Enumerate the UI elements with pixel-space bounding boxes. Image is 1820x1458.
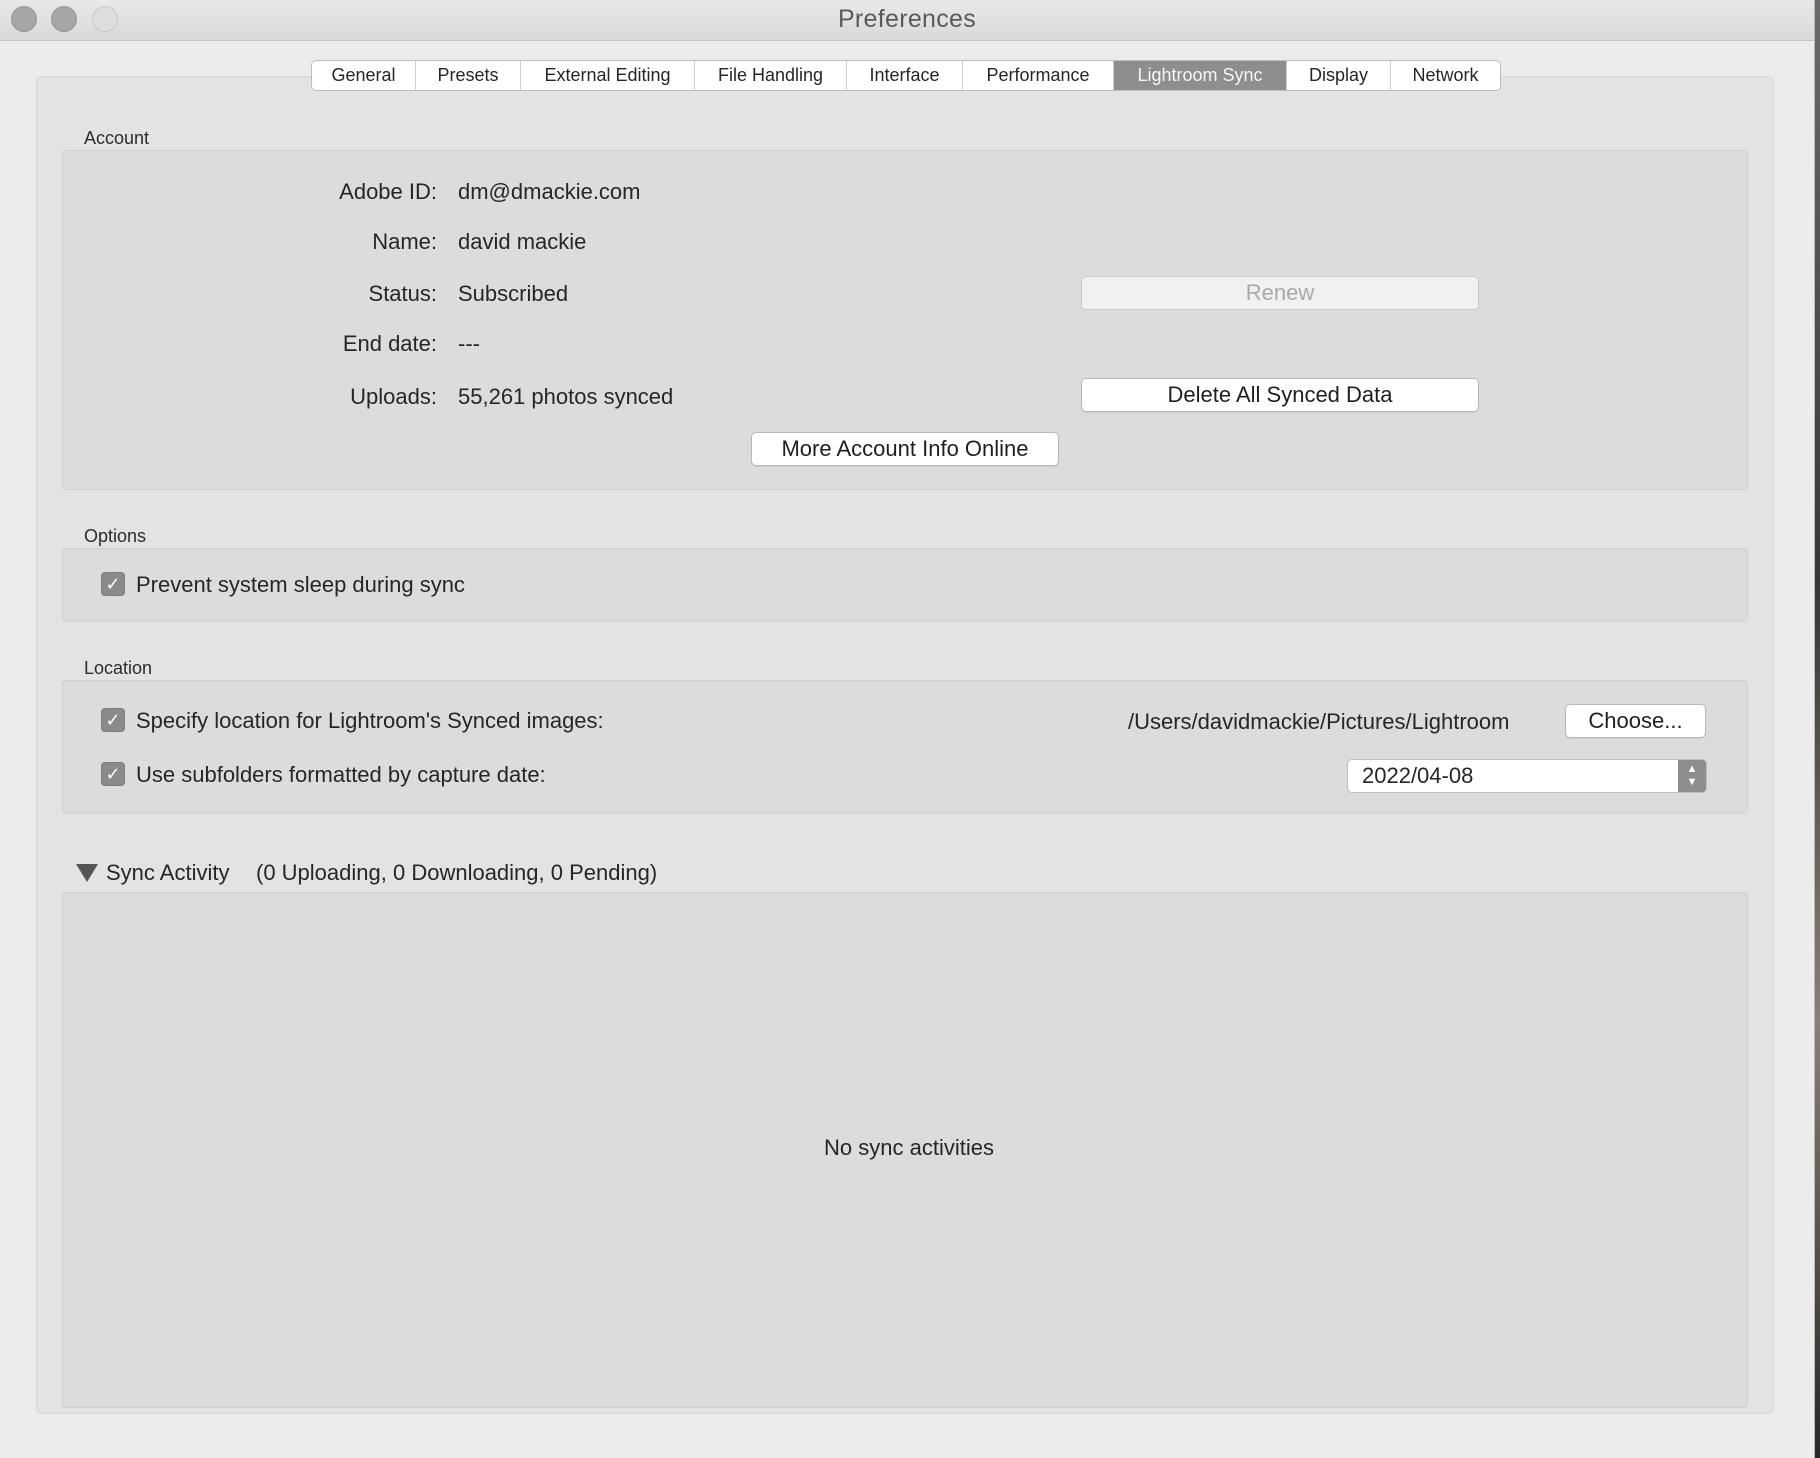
- window-title: Preferences: [837, 5, 977, 33]
- date-format-select[interactable]: 2022/04-08 ▲ ▼: [1347, 759, 1707, 793]
- tab-presets[interactable]: Presets: [416, 61, 521, 90]
- end-date-label: End date:: [342, 331, 437, 356]
- end-date-value: ---: [458, 331, 480, 356]
- adobe-id-value: dm@dmackie.com: [458, 179, 641, 204]
- tab-performance[interactable]: Performance: [963, 61, 1114, 90]
- tab-file-handling[interactable]: File Handling: [695, 61, 847, 90]
- specify-location-label: Specify location for Lightroom's Synced …: [136, 708, 604, 733]
- sync-activity-empty-message: No sync activities: [824, 1135, 994, 1160]
- stepper-up-icon: ▲: [1686, 763, 1698, 775]
- sync-activity-summary: (0 Uploading, 0 Downloading, 0 Pending): [256, 860, 658, 885]
- uploads-label: Uploads:: [350, 384, 437, 409]
- prevent-sleep-label: Prevent system sleep during sync: [136, 572, 465, 597]
- adobe-id-label: Adobe ID:: [339, 179, 437, 204]
- sync-location-path: /Users/davidmackie/Pictures/Lightroom: [1128, 709, 1510, 734]
- choose-location-button[interactable]: Choose...: [1565, 704, 1706, 738]
- name-value: david mackie: [458, 229, 587, 254]
- select-stepper-icon: ▲ ▼: [1678, 760, 1706, 792]
- status-label: Status:: [368, 281, 437, 306]
- name-label: Name:: [372, 229, 437, 254]
- renew-button: Renew: [1081, 276, 1479, 310]
- tab-interface[interactable]: Interface: [847, 61, 963, 90]
- options-section-label: Options: [84, 526, 147, 546]
- location-box: [62, 680, 1748, 814]
- title-bar[interactable]: Preferences: [0, 0, 1814, 41]
- preferences-tabs: General Presets External Editing File Ha…: [311, 60, 1501, 91]
- sync-activity-title[interactable]: Sync Activity: [106, 860, 229, 886]
- location-section-label: Location: [84, 658, 153, 678]
- specify-location-checkbox[interactable]: ✓: [101, 708, 125, 732]
- preferences-window: Preferences General Presets External Edi…: [0, 0, 1815, 1458]
- stepper-down-icon: ▼: [1686, 776, 1698, 788]
- subfolders-checkbox[interactable]: ✓: [101, 762, 125, 786]
- tab-network[interactable]: Network: [1391, 61, 1500, 90]
- prevent-sleep-checkbox[interactable]: ✓: [101, 572, 125, 596]
- desktop-background-strip: [1815, 0, 1820, 1458]
- tab-general[interactable]: General: [312, 61, 416, 90]
- account-section-label: Account: [84, 128, 150, 148]
- subfolders-label: Use subfolders formatted by capture date…: [136, 762, 546, 787]
- disclosure-triangle-icon[interactable]: [76, 864, 98, 882]
- status-value: Subscribed: [458, 281, 569, 306]
- tab-external-editing[interactable]: External Editing: [521, 61, 695, 90]
- uploads-value: 55,261 photos synced: [458, 384, 674, 409]
- more-account-info-button[interactable]: More Account Info Online: [751, 432, 1059, 466]
- delete-all-synced-data-button[interactable]: Delete All Synced Data: [1081, 378, 1479, 412]
- date-format-value: 2022/04-08: [1362, 763, 1474, 788]
- tab-lightroom-sync[interactable]: Lightroom Sync: [1114, 61, 1287, 90]
- tab-display[interactable]: Display: [1287, 61, 1391, 90]
